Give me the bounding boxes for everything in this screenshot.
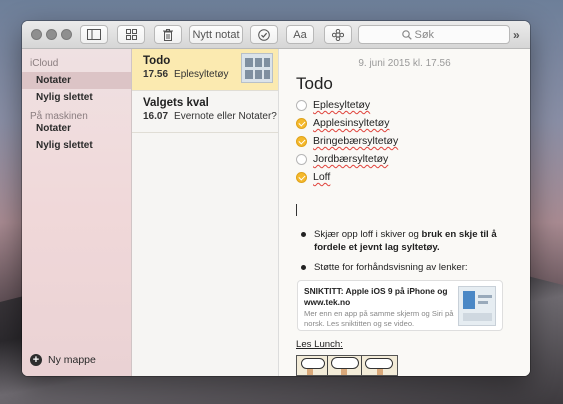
sidebar-item-mac-recently-deleted[interactable]: Nylig slettet (22, 137, 131, 154)
minimize-window-button[interactable] (46, 29, 57, 40)
sidebar-item-icloud-recently-deleted[interactable]: Nylig slettet (22, 89, 131, 106)
share-flower-icon (332, 28, 344, 41)
sidebar-section-icloud: iCloud (30, 58, 59, 69)
checklist-text[interactable]: Loff (313, 171, 330, 183)
notes-window: Nytt notat Aa » iCloud Notater Nylig sle… (22, 21, 530, 376)
attachments-browser-button[interactable] (117, 25, 145, 44)
checklist-item[interactable]: Jordbærsyltetøy (296, 153, 388, 165)
comic-strip-image (296, 355, 398, 376)
checkmark-circle-icon (258, 28, 270, 41)
new-folder-label: Ny mappe (48, 354, 96, 366)
link-preview-image (458, 286, 496, 326)
bullet-text: Skjær opp loff i skiver og bruk en skje … (314, 228, 511, 254)
note-editor[interactable]: 9. juni 2015 kl. 17.56 Todo Eplesyltetøy… (279, 49, 530, 376)
note-list: Todo 17.56 Eplesyltetøy Valgets kval 16.0… (132, 49, 279, 376)
note-preview: Eplesyltetøy (174, 69, 229, 80)
zoom-window-button[interactable] (61, 29, 72, 40)
note-subtitle: 16.07 Evernote eller Notater? (143, 111, 278, 122)
folder-sidebar: iCloud Notater Nylig slettet På maskinen… (22, 49, 132, 376)
plus-circle-icon: + (30, 354, 42, 366)
checklist-text[interactable]: Bringebærsyltetøy (313, 135, 398, 147)
note-heading[interactable]: Todo (296, 74, 333, 94)
checklist-text[interactable]: Eplesyltetøy (313, 99, 370, 111)
bullet-text-regular: Skjær opp loff i skiver og (314, 229, 422, 240)
toolbar: Nytt notat Aa » (22, 21, 530, 49)
grid-icon (125, 29, 137, 40)
search-input[interactable] (411, 28, 467, 41)
checklist-checkbox-checked[interactable] (296, 135, 307, 147)
search-icon (401, 29, 412, 40)
note-title: Valgets kval (143, 97, 209, 109)
delete-note-button[interactable] (154, 25, 182, 44)
bullet-item[interactable]: Støtte for forhåndsvisning av lenker: (301, 261, 511, 274)
toggle-sidebar-button[interactable] (80, 25, 108, 44)
checklist-checkbox-checked[interactable] (296, 117, 307, 129)
sidebar-item-mac-notes[interactable]: Notater (22, 120, 131, 137)
share-button[interactable] (324, 25, 352, 44)
note-date: 9. juni 2015 kl. 17.56 (358, 58, 451, 69)
sidebar-icon (87, 29, 101, 40)
bullet-dot (301, 265, 306, 270)
note-preview: Evernote eller Notater? (174, 111, 277, 122)
lunch-link[interactable]: Les Lunch: (296, 339, 343, 350)
checklist-item[interactable]: Eplesyltetøy (296, 99, 370, 111)
new-note-button[interactable]: Nytt notat (189, 25, 243, 44)
note-list-item-todo[interactable]: Todo 17.56 Eplesyltetøy (132, 49, 278, 91)
link-preview-title: SNIKTITT: Apple iOS 9 på iPhone og www.t… (304, 286, 448, 307)
checklist-button[interactable] (250, 25, 278, 44)
note-time: 16.07 (143, 111, 169, 122)
checklist-item[interactable]: Bringebærsyltetøy (296, 135, 398, 147)
toolbar-overflow-button[interactable]: » (513, 28, 520, 42)
text-cursor (296, 204, 297, 216)
link-preview-description: Mer enn en app på samme skjerm og Siri p… (304, 309, 454, 328)
search-field[interactable] (358, 25, 510, 44)
trash-icon (163, 28, 173, 41)
bullet-item[interactable]: Skjær opp loff i skiver og bruk en skje … (301, 228, 511, 254)
bullet-dot (301, 232, 306, 237)
checklist-checkbox[interactable] (296, 99, 307, 111)
format-button[interactable]: Aa (286, 25, 314, 44)
checklist-text[interactable]: Applesinsyltetøy (313, 117, 389, 129)
checklist-checkbox[interactable] (296, 153, 307, 165)
checklist-checkbox-checked[interactable] (296, 171, 307, 183)
link-preview-card[interactable]: SNIKTITT: Apple iOS 9 på iPhone og www.t… (297, 280, 503, 331)
checklist-item[interactable]: Applesinsyltetøy (296, 117, 389, 129)
new-folder-button[interactable]: + Ny mappe (30, 354, 96, 366)
checklist-text[interactable]: Jordbærsyltetøy (313, 153, 388, 165)
close-window-button[interactable] (31, 29, 42, 40)
note-thumbnail-image (241, 53, 273, 83)
note-list-item-valgets-kval[interactable]: Valgets kval 16.07 Evernote eller Notater… (132, 91, 278, 133)
checklist-item[interactable]: Loff (296, 171, 330, 183)
bullet-text: Støtte for forhåndsvisning av lenker: (314, 262, 468, 273)
note-time: 17.56 (143, 69, 169, 80)
sidebar-item-icloud-notes[interactable]: Notater (22, 72, 131, 89)
